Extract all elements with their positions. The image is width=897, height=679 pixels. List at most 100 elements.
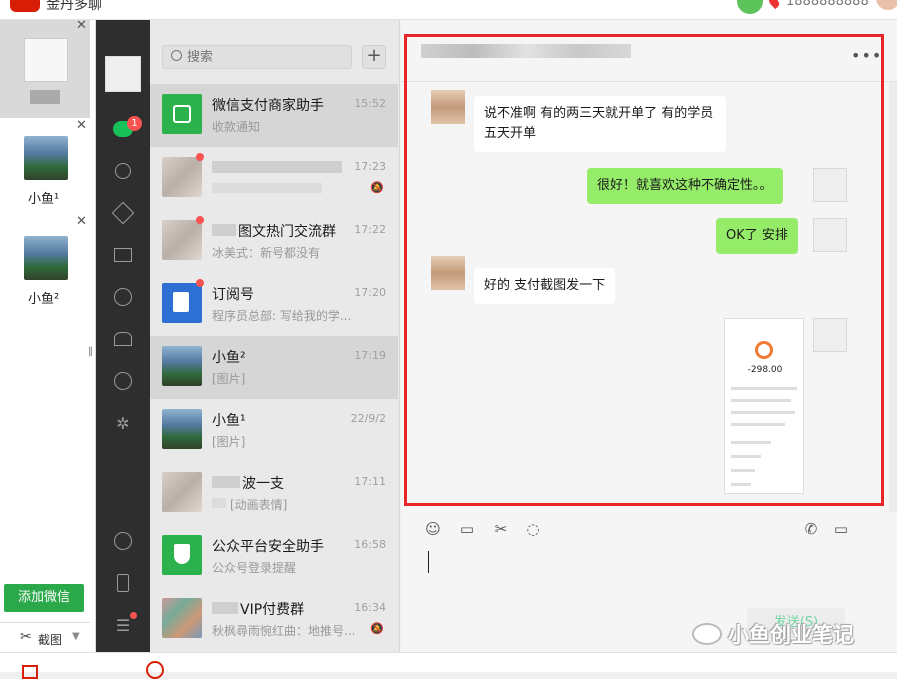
phone-icon[interactable] [737,0,763,14]
conversation-item[interactable]: VIP付费群 秋枫尋雨惋红曲：地推号... 16:34 🔕 [150,588,398,651]
conversation-preview-blurred [212,498,226,508]
nav-chat-icon[interactable] [96,114,150,144]
screenshot-label: 截图 [38,633,63,647]
conversation-preview: [图片] [212,372,246,386]
conversation-preview-blurred [212,183,322,193]
conversation-item[interactable]: 微信支付商家助手 收款通知 15:52 [150,84,398,147]
conversation-time: 15:52 [354,97,386,110]
chat-toolbar: ☺ ▭ ✂ ◌ ✆ ▭ [401,517,897,543]
wechat-logo-icon [692,623,722,645]
folder-icon[interactable] [96,240,150,270]
search-input[interactable] [187,48,347,66]
title-bar: 金丹多聊 1888888888 [0,0,897,20]
mute-icon: 🔕 [370,181,384,194]
panel-resize-handle[interactable]: ‖ [88,346,93,357]
search-box[interactable] [162,45,352,69]
app-icon[interactable] [22,665,38,679]
unread-dot [196,216,204,224]
bottom-bar [0,652,897,679]
moments-icon[interactable] [96,282,150,312]
location-icon [766,0,782,10]
conversation-name-blurred [212,476,240,488]
conversation-avatar [162,598,202,638]
mute-icon: 🔕 [370,622,384,635]
conversation-name: 订阅号 [212,287,254,303]
conversation-preview: 收款通知 [212,120,261,134]
text-caret [428,551,429,573]
chevron-down-icon[interactable]: ▼ [72,631,80,642]
scissors-icon[interactable]: ✂ [491,519,511,539]
conversation-name: 公众平台安全助手 [212,539,324,555]
conversation-item[interactable]: 图文热门交流群 冰美式：新号都没有 17:22 [150,210,398,273]
conversation-item[interactable]: 小鱼² [图片] 17:19 [150,336,398,399]
channels-icon[interactable] [96,324,150,354]
user-avatar[interactable] [876,0,897,10]
conversation-name: 小鱼² [212,350,246,366]
video-call-icon[interactable]: ▭ [831,519,851,539]
account-avatar [24,236,68,280]
account-item[interactable]: 小鱼² [0,226,90,307]
chat-panel: ••• 说不准啊 有的两三天就开单了 有的学员五天开单 很好！就喜欢这种不确定性… [401,20,897,652]
chat-bubble-icon[interactable]: ◌ [523,519,543,539]
conversation-avatar [162,220,202,260]
menu-icon[interactable]: ☰ [96,610,150,640]
app-logo-icon [10,0,40,12]
conversation-item[interactable]: 订阅号 程序员总部: 写给我的学... 17:20 [150,273,398,336]
spark-icon[interactable]: ✲ [96,408,150,438]
chat-scroll-track[interactable] [889,82,897,512]
folder-icon[interactable]: ▭ [457,519,477,539]
phone-device-icon[interactable] [96,568,150,598]
account-avatar [24,136,68,180]
conversation-item[interactable]: 小鱼¹ [图片] 22/9/2 [150,399,398,462]
add-button[interactable]: + [362,45,386,69]
emoji-icon[interactable]: ☺ [423,519,443,539]
account-avatar [24,38,68,82]
account-selected[interactable] [0,20,90,118]
conversation-time: 17:22 [354,223,386,236]
scissors-icon: ✂ [20,629,32,645]
close-icon[interactable]: ✕ [76,18,87,33]
conversation-preview: [图片] [212,435,246,449]
app-icon[interactable] [146,661,164,679]
conversation-preview: 程序员总部: 写给我的学... [212,309,352,323]
account-item[interactable]: 小鱼¹ [0,128,90,208]
watermark-text: 小鱼创业笔记 [728,623,854,647]
nav-avatar[interactable] [105,56,141,92]
conversation-time: 16:34 [354,601,386,614]
conversation-avatar [162,94,202,134]
unread-badge: 1 [127,116,142,131]
box-icon[interactable] [96,198,150,228]
conversation-avatar [162,346,202,386]
conversation-time: 17:11 [354,475,386,488]
account-name: 小鱼¹ [28,192,60,207]
conversation-avatar [162,283,202,323]
top-phone-number: 1888888888 [786,0,869,9]
conversation-name: 波一支 [242,476,284,492]
nav-rail: 1 ✲ ☰ [96,20,150,652]
circle-icon[interactable] [96,526,150,556]
conversation-item[interactable]: 17:23 🔕 [150,147,398,210]
screenshot-button[interactable]: ✂ 截图 ▼ [0,622,90,652]
phone-call-icon[interactable]: ✆ [801,519,821,539]
unread-dot [196,153,204,161]
conversation-time: 16:58 [354,538,386,551]
conversation-name: 小鱼¹ [212,413,246,429]
unread-dot [196,279,204,287]
account-name-blurred [30,90,60,104]
miniprogram-icon[interactable] [96,366,150,396]
search-icon [171,50,182,61]
conversation-avatar [162,472,202,512]
account-name: 小鱼² [28,292,60,307]
contacts-icon[interactable] [96,156,150,186]
conversation-time: 17:20 [354,286,386,299]
conversation-avatar [162,409,202,449]
add-wechat-button[interactable]: 添加微信 [4,584,84,612]
conversation-time: 17:19 [354,349,386,362]
conversation-item[interactable]: 公众平台安全助手 公众号登录提醒 16:58 [150,525,398,588]
conversation-name: 微信支付商家助手 [212,98,324,114]
menu-dot [130,612,137,619]
conversation-item[interactable]: 波一支 [动画表情] 17:11 [150,462,398,525]
highlight-frame [404,34,884,506]
conversation-preview: 冰美式：新号都没有 [212,246,321,260]
conversation-preview: 秋枫尋雨惋红曲：地推号... [212,624,356,638]
